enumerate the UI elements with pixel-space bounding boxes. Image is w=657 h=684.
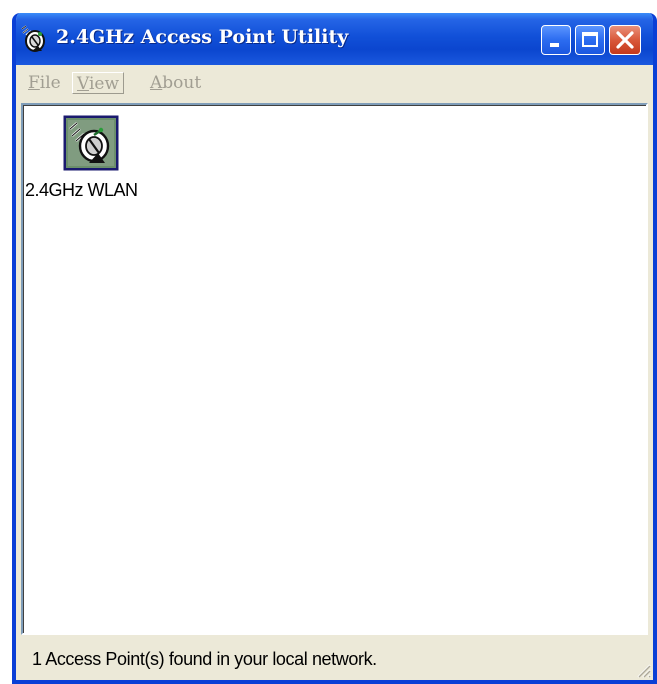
minimize-icon (550, 43, 559, 47)
window-title: 2.4GHz Access Point Utility (56, 26, 349, 48)
device-item[interactable]: 2.4GHz WLAN (25, 115, 165, 205)
menu-view[interactable]: View (72, 72, 125, 94)
menu-view-label: iew (88, 74, 120, 94)
status-text: 1 Access Point(s) found in your local ne… (32, 649, 377, 669)
device-label: 2.4GHz WLAN (25, 180, 138, 200)
menu-about[interactable]: About (146, 72, 205, 94)
menu-about-label: bout (162, 73, 202, 93)
close-button[interactable] (609, 25, 641, 55)
device-list-view[interactable]: 2.4GHz WLAN (21, 103, 648, 635)
maximize-button[interactable] (575, 25, 605, 55)
menu-about-accel: A (150, 73, 163, 93)
close-icon (616, 31, 634, 49)
title-bar[interactable]: 2.4GHz Access Point Utility (16, 13, 653, 65)
menu-view-accel: V (77, 74, 89, 94)
menu-file[interactable]: File (24, 72, 65, 94)
menu-bar: File View About (16, 69, 653, 99)
wireless-ap-icon (63, 115, 119, 171)
app-icon (21, 25, 45, 52)
maximize-icon (582, 32, 598, 47)
status-bar: 1 Access Point(s) found in your local ne… (16, 639, 653, 680)
resize-grip-icon[interactable] (633, 660, 651, 678)
minimize-button[interactable] (541, 25, 571, 55)
menu-file-label: ile (39, 73, 61, 93)
menu-file-accel: F (28, 73, 40, 93)
app-window: 2.4GHz Access Point Utility File View Ab… (12, 13, 657, 684)
